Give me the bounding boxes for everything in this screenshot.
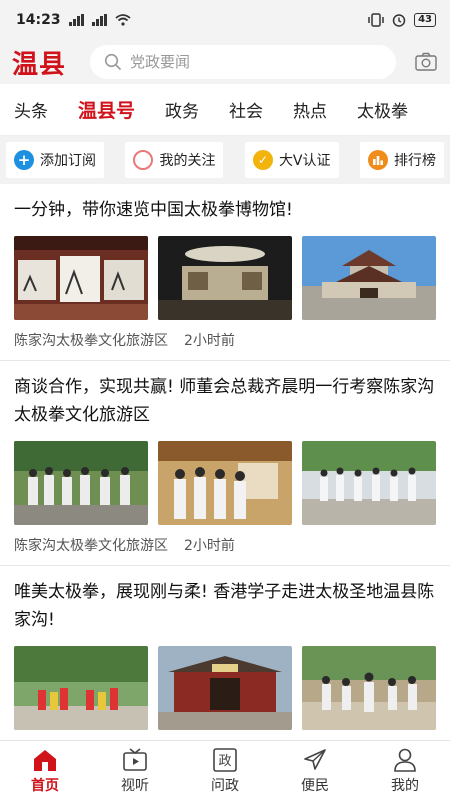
article-title: 一分钟，带你速览中国太极拳博物馆! [14,200,293,220]
politics-icon: 政 [213,747,237,772]
news-feed: 一分钟，带你速览中国太极拳博物馆! 陈家沟太极拳文化旅游区 2小时前 商谈合作，… [0,184,450,740]
museum-building-image [302,236,436,320]
status-left: 14:23 [16,12,131,28]
article-thumbnails [14,236,436,320]
home-icon [34,749,56,771]
signal-icon [68,14,84,26]
article-title: 唯美太极拳，展现刚与柔! 香港学子走进太极圣地温县陈家沟! [14,582,435,630]
nav-label: 便民 [301,777,329,794]
tab-headline[interactable]: 头条 [14,97,48,122]
search-input[interactable] [130,53,330,71]
nav-label: 视听 [121,777,149,794]
article-time: 2小时前 [184,333,235,349]
tab-taiji[interactable]: 太极拳 [357,97,408,122]
article-item[interactable]: 商谈合作，实现共赢! 师董会总裁齐晨明一行考察陈家沟太极拳文化旅游区 陈家沟太极… [0,361,450,566]
nav-label: 首页 [31,777,59,794]
ranking-icon [367,150,388,170]
bottom-nav: 首页 视听 政 问政 便民 我的 [0,740,450,800]
nav-mine[interactable]: 我的 [365,747,445,795]
article-item[interactable]: 一分钟，带你速览中国太极拳博物馆! 陈家沟太极拳文化旅游区 2小时前 [0,184,450,361]
article-item[interactable]: 唯美太极拳，展现刚与柔! 香港学子走进太极圣地温县陈家沟! [0,566,450,730]
search-bar[interactable] [90,45,396,79]
museum-exhibit-image [158,236,292,320]
wifi-icon [114,14,131,26]
article-time: 2小时前 [184,538,235,554]
tab-government[interactable]: 政务 [165,97,199,122]
channel-tabs: 头条 温县号 政务 社会 热点 太极拳 [0,84,450,136]
meeting-room-image [158,441,292,525]
tab-society[interactable]: 社会 [229,97,263,122]
alarm-icon [392,14,406,27]
action-label: 排行榜 [393,153,436,169]
signal-icon-2 [91,14,107,26]
circle-icon [133,150,154,170]
visit-group-image [14,441,148,525]
action-label: 我的关注 [159,153,216,169]
svg-text:政: 政 [218,754,231,769]
article-source: 陈家沟太极拳文化旅游区 [14,333,168,349]
camera-icon[interactable] [414,50,438,74]
vibrate-icon [368,13,384,27]
plaza-visit-image [302,441,436,525]
temple-gate-image [158,646,292,730]
article-thumbnails [14,646,436,730]
action-label: 大V认证 [278,153,331,169]
status-time: 14:23 [16,12,61,28]
article-title: 商谈合作，实现共赢! 师董会总裁齐晨明一行考察陈家沟太极拳文化旅游区 [14,377,435,425]
taiji-performance-image [14,646,148,730]
nav-label: 问政 [211,777,239,794]
plus-icon: + [14,150,34,170]
courtyard-group-image [302,646,436,730]
museum-hall-image [14,236,148,320]
article-meta: 陈家沟太极拳文化旅游区 2小时前 [14,525,436,565]
article-thumbnails [14,441,436,525]
tv-icon [123,747,147,771]
ranking-button[interactable]: 排行榜 [359,142,444,178]
tab-hot[interactable]: 热点 [293,97,327,122]
app-header: 温县 [0,40,450,84]
battery-icon: 43 [414,13,436,27]
paper-plane-icon [304,748,326,770]
search-icon [104,53,122,71]
nav-convenience[interactable]: 便民 [275,747,355,795]
user-icon [394,748,416,772]
verified-v-button[interactable]: ✓ 大V认证 [244,142,339,178]
my-follows-button[interactable]: 我的关注 [125,142,224,178]
nav-home[interactable]: 首页 [5,747,85,795]
nav-politics[interactable]: 政 问政 [185,747,265,795]
app-logo: 温县 [12,49,67,80]
nav-media[interactable]: 视听 [95,747,175,795]
status-right: 43 [368,13,436,27]
verified-icon: ✓ [252,150,273,170]
article-meta: 陈家沟太极拳文化旅游区 2小时前 [14,320,436,360]
nav-label: 我的 [391,777,419,794]
action-row: + 添加订阅 我的关注 ✓ 大V认证 排行榜 [0,136,450,184]
add-subscription-button[interactable]: + 添加订阅 [6,142,104,178]
status-bar: 14:23 43 [0,0,450,40]
action-label: 添加订阅 [40,153,96,169]
tab-wenxian-hao[interactable]: 温县号 [78,96,135,123]
article-source: 陈家沟太极拳文化旅游区 [14,538,168,554]
